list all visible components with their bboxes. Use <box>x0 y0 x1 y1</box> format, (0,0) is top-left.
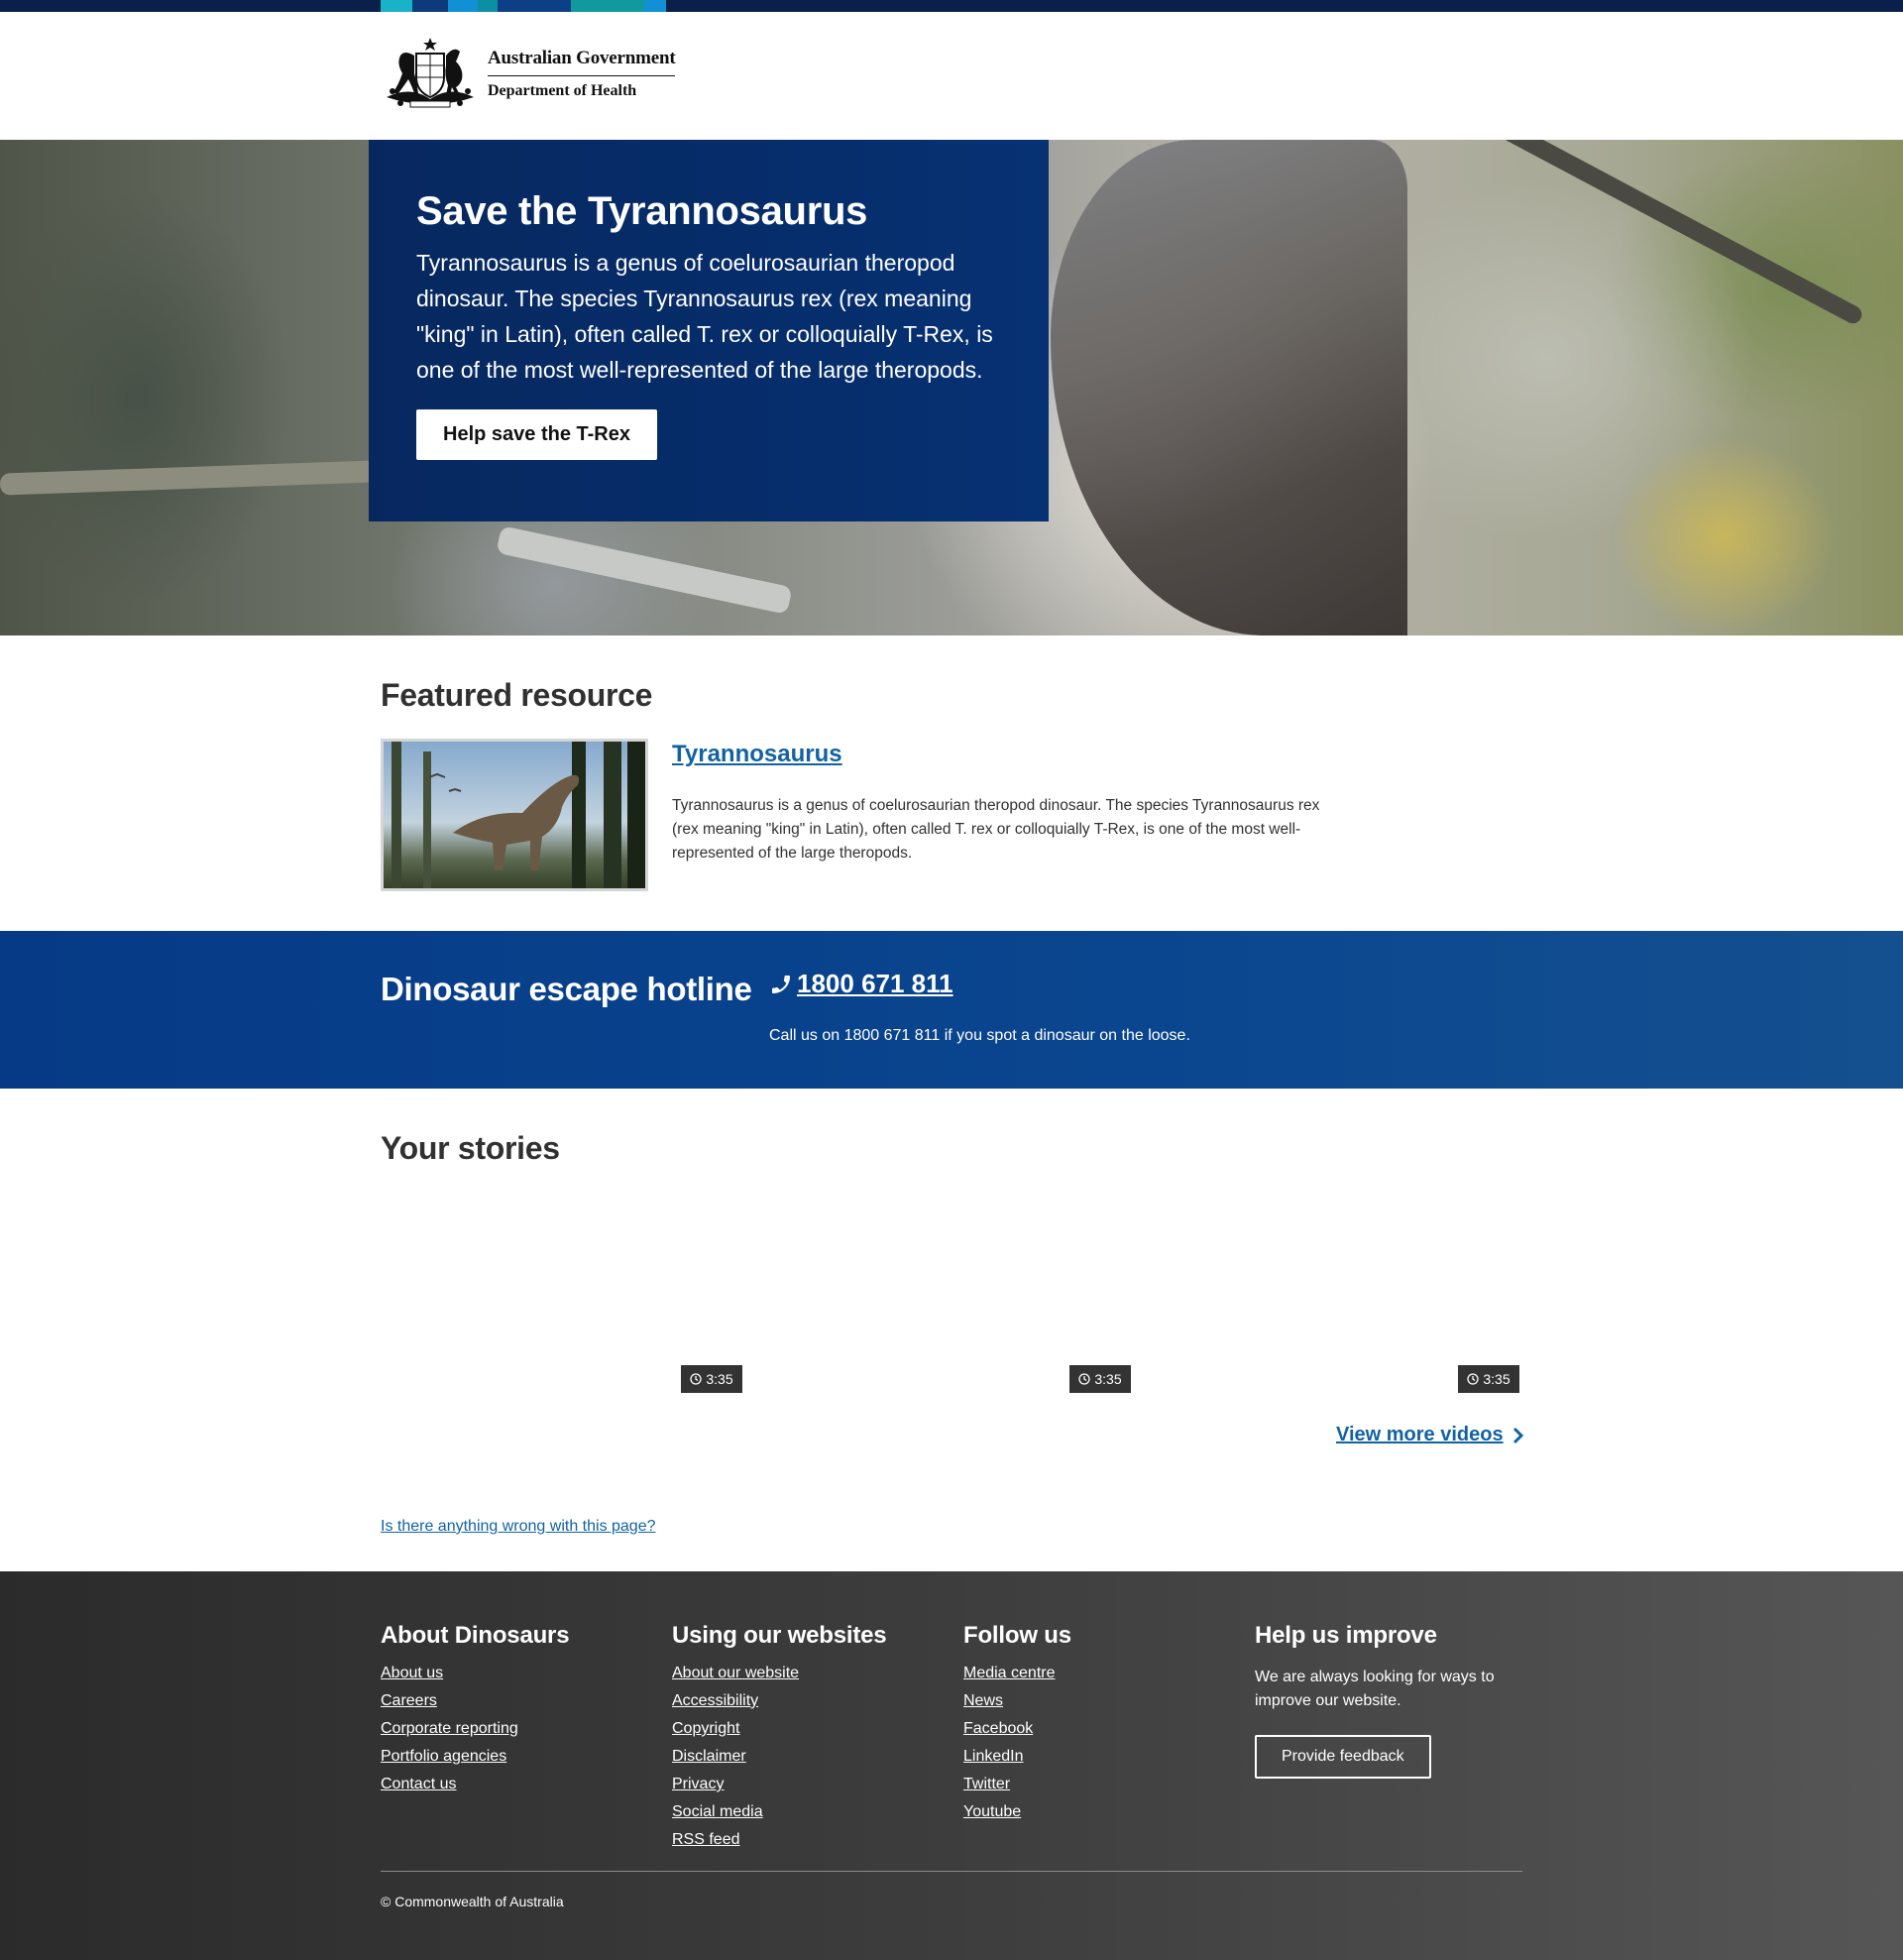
video-duration: 3:35 <box>1483 1371 1511 1387</box>
clock-icon <box>690 1373 703 1385</box>
footer-heading: About Dinosaurs <box>381 1622 570 1649</box>
top-color-stripe <box>0 0 1903 12</box>
chevron-right-icon <box>1512 1427 1523 1443</box>
video-duration-badge[interactable]: 3:35 <box>1458 1365 1519 1393</box>
footer-link-twitter[interactable]: Twitter <box>963 1771 1071 1798</box>
footer-link-accessibility[interactable]: Accessibility <box>672 1687 886 1715</box>
video-duration: 3:35 <box>706 1371 733 1387</box>
footer-divider <box>381 1871 1522 1872</box>
footer-link-contact-us[interactable]: Contact us <box>381 1771 569 1798</box>
footer-link-social-media[interactable]: Social media <box>672 1798 886 1826</box>
hero-background-branch <box>1366 140 1865 327</box>
video-duration: 3:35 <box>1094 1371 1122 1387</box>
trex-image <box>384 742 645 888</box>
footer-link-portfolio-agencies[interactable]: Portfolio agencies <box>381 1743 569 1771</box>
footer-heading: Using our websites <box>672 1622 887 1649</box>
footer-column-improve: Help us improve We are always looking fo… <box>1255 1622 1512 1779</box>
org-name-line1: Australian Government <box>488 48 676 76</box>
featured-resource-card: Tyrannosaurus Tyrannosaurus is a genus o… <box>381 739 1522 897</box>
hero-background-branch <box>496 525 793 615</box>
your-stories-section: Your stories <box>381 1130 1522 1167</box>
coat-of-arms-icon <box>387 38 474 108</box>
phone-icon <box>772 975 790 993</box>
featured-description: Tyrannosaurus is a genus of coelurosauri… <box>672 797 1320 862</box>
footer-link-privacy[interactable]: Privacy <box>672 1771 886 1798</box>
report-problem-link[interactable]: Is there anything wrong with this page? <box>381 1518 656 1536</box>
hotline-note: Call us on 1800 671 811 if you spot a di… <box>769 1027 1190 1044</box>
hotline-phone-link[interactable]: 1800 671 811 <box>769 969 953 999</box>
hero-background-branch <box>0 460 378 496</box>
footer-link-linkedin[interactable]: LinkedIn <box>963 1743 1071 1771</box>
footer-column-about: About Dinosaurs About us Careers Corpora… <box>381 1622 570 1798</box>
footer-column-follow: Follow us Media centre News Facebook Lin… <box>963 1622 1071 1826</box>
site-footer: About Dinosaurs About us Careers Corpora… <box>0 1571 1903 1960</box>
help-save-trex-button[interactable]: Help save the T-Rex <box>416 409 657 460</box>
copyright-text: © Commonwealth of Australia <box>381 1894 564 1909</box>
government-logo[interactable]: Australian Government Department of Heal… <box>381 36 676 111</box>
footer-column-websites: Using our websites About our website Acc… <box>672 1622 887 1854</box>
footer-improve-text: We are always looking for ways to improv… <box>1255 1669 1495 1709</box>
view-more-label: View more videos <box>1336 1424 1504 1445</box>
hero-title: Save the Tyrannosaurus <box>416 189 868 233</box>
footer-link-copyright[interactable]: Copyright <box>672 1715 886 1743</box>
site-header: Australian Government Department of Heal… <box>0 12 1903 140</box>
hotline-banner: Dinosaur escape hotline 1800 671 811 Cal… <box>0 931 1903 1089</box>
view-more-videos-link[interactable]: View more videos <box>1336 1424 1523 1446</box>
footer-link-facebook[interactable]: Facebook <box>963 1715 1071 1743</box>
org-name-line2: Department of Health <box>488 81 637 99</box>
hero-panel: Save the Tyrannosaurus Tyrannosaurus is … <box>369 140 1049 521</box>
clock-icon <box>1467 1373 1480 1385</box>
provide-feedback-button[interactable]: Provide feedback <box>1255 1735 1431 1779</box>
hero-background-bird <box>1051 140 1407 635</box>
footer-heading: Help us improve <box>1255 1622 1437 1649</box>
footer-link-about-website[interactable]: About our website <box>672 1660 886 1687</box>
video-duration-badge[interactable]: 3:35 <box>681 1365 742 1393</box>
footer-link-corporate-reporting[interactable]: Corporate reporting <box>381 1715 569 1743</box>
video-duration-badge[interactable]: 3:35 <box>1069 1365 1131 1393</box>
stories-heading: Your stories <box>381 1130 560 1166</box>
footer-link-disclaimer[interactable]: Disclaimer <box>672 1743 886 1771</box>
footer-link-careers[interactable]: Careers <box>381 1687 569 1715</box>
featured-thumbnail[interactable] <box>381 739 648 891</box>
footer-link-rss-feed[interactable]: RSS feed <box>672 1826 886 1854</box>
featured-heading: Featured resource <box>381 677 653 713</box>
hero-banner: Save the Tyrannosaurus Tyrannosaurus is … <box>0 140 1903 635</box>
clock-icon <box>1078 1373 1091 1385</box>
footer-link-youtube[interactable]: Youtube <box>963 1798 1071 1826</box>
hotline-phone-number: 1800 671 811 <box>797 969 953 998</box>
featured-resource-link[interactable]: Tyrannosaurus <box>672 741 842 768</box>
hero-text: Tyrannosaurus is a genus of coelurosauri… <box>416 250 993 383</box>
hotline-title: Dinosaur escape hotline <box>381 971 752 1007</box>
footer-link-about-us[interactable]: About us <box>381 1660 569 1687</box>
footer-link-media-centre[interactable]: Media centre <box>963 1660 1071 1687</box>
featured-resource-section: Featured resource Tyrannosaurus Tyrannos… <box>381 677 1522 891</box>
footer-link-news[interactable]: News <box>963 1687 1071 1715</box>
footer-heading: Follow us <box>963 1622 1071 1649</box>
